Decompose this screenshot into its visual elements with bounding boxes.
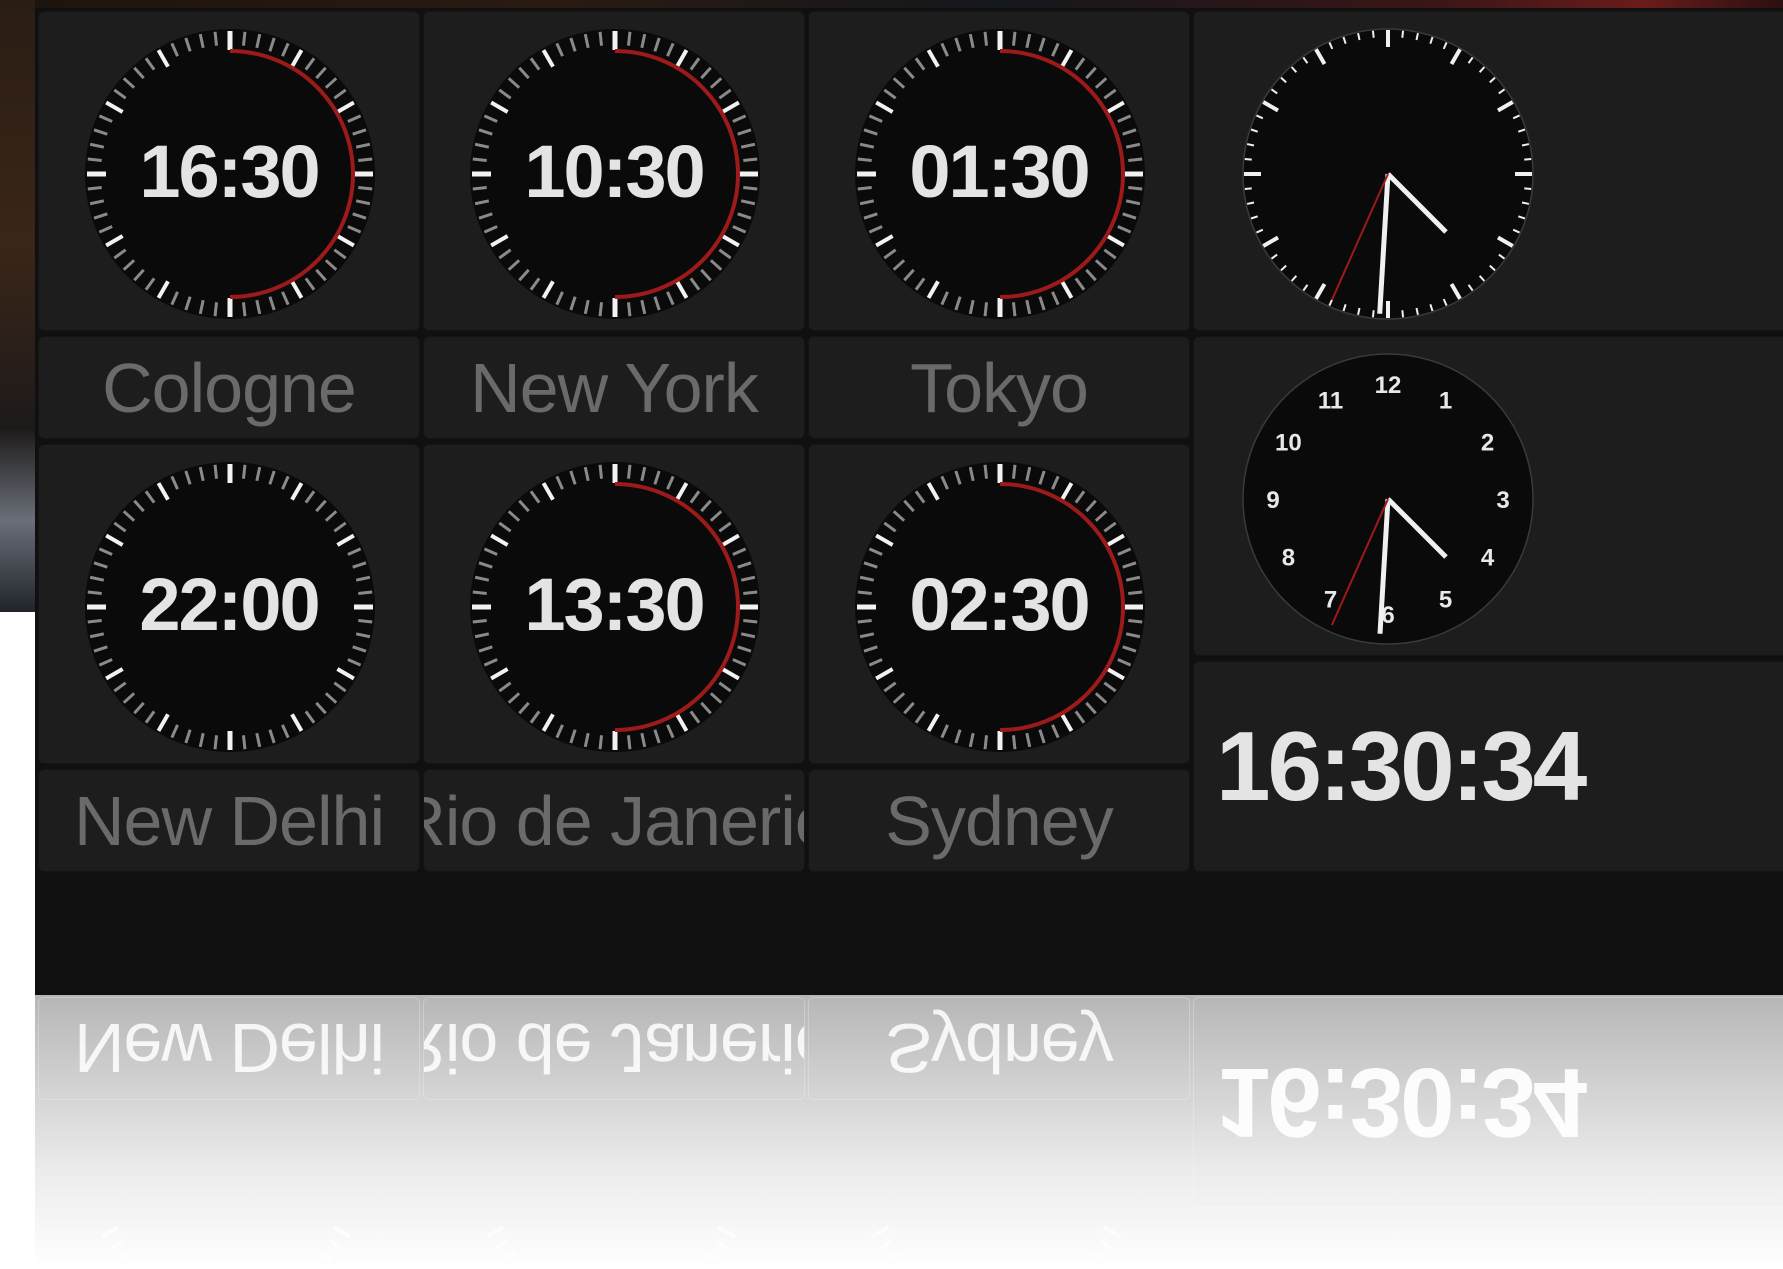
city-name: New Delhi [74,781,385,860]
clock-tick [1371,310,1375,318]
reflection-tick [1099,1239,1113,1251]
reflection-tick [118,1250,132,1262]
city-name: New York [470,348,759,427]
analog-clock-numbered-tile[interactable]: 12 1 2 3 4 5 6 7 8 9 10 11 [1193,336,1783,656]
reflection-tick [101,1225,120,1239]
analog-clock-ticks [1242,28,1534,320]
clock-number: 1 [1439,387,1452,414]
clock-tick [1244,157,1252,161]
clock-tick [1401,30,1405,38]
reflection-tick [503,1250,517,1262]
city-label-tile: New Delhi [38,769,420,872]
clock-tile-rio[interactable]: 13:30 [423,444,805,764]
clock-tick [1357,307,1361,316]
clock-number: 7 [1324,587,1337,614]
city-name: Sydney [885,781,1113,860]
clock-tile-new-york[interactable]: 10:30 [423,11,805,331]
clock-tick [1524,187,1532,191]
reflection-tick [109,1239,123,1251]
city-name: Cologne [102,348,357,427]
clock-tick [1357,32,1361,41]
clock-tick [1244,187,1252,191]
clock-tick [1415,32,1419,41]
reflection-tick [888,1250,902,1262]
clock-tick [1524,157,1532,161]
digital-clock-tile[interactable]: 16:30:34 [1193,661,1783,872]
clock-tick [1371,30,1375,38]
clock-tick [1415,307,1419,316]
clock-tick [1401,310,1405,318]
dial-time: 01:30 [909,129,1090,213]
reflection-tick [705,1250,719,1262]
reflection-dial-ticks [101,1225,1121,1269]
clock-tile-new-delhi[interactable]: 22:00 [38,444,420,764]
dial-time: 10:30 [524,129,705,213]
reflection-tick [714,1239,728,1251]
clock-number: 4 [1481,545,1495,572]
clock-tick [1521,143,1530,147]
analog-clock-tile[interactable] [1193,11,1783,331]
reflection-tick [311,1259,322,1269]
clock-tile-cologne[interactable]: 16:30 [38,11,420,331]
reflection-tick [900,1259,911,1269]
reflection-tick [879,1239,893,1251]
dial-time: 02:30 [909,562,1090,646]
clock-number: 12 [1375,372,1402,399]
city-label-tile: Rio de Janerio [423,769,805,872]
reflection-tick [130,1259,141,1269]
background-photo [0,0,35,612]
reflection-tick [717,1225,736,1239]
dial-time: 22:00 [139,562,320,646]
clock-number: 5 [1439,587,1452,614]
reflection-tick [329,1239,343,1251]
reflection-tick [1090,1250,1104,1262]
city-label-tile: New York [423,336,805,439]
reflection-tick [486,1225,505,1239]
city-name: Rio de Janerio [424,781,804,860]
clock-tick [1521,201,1530,205]
reflection: New Delhi Rio de Janerio Sydney 16:30:34 [35,995,1783,1269]
clock-number: 9 [1266,487,1279,514]
analog-clock-numbered: 121234567891011 [1242,353,1534,645]
dial-time: 16:30 [139,129,320,213]
clock-number: 10 [1275,430,1302,457]
clock-number: 11 [1318,387,1343,414]
clock-tile-sydney[interactable]: 02:30 [808,444,1190,764]
reflection-tick [515,1259,526,1269]
reflection-tick [1081,1259,1092,1269]
reflection-tick [696,1259,707,1269]
reflection-tick [1102,1225,1121,1239]
clock-tile-tokyo[interactable]: 01:30 [808,11,1190,331]
clock-number: 8 [1282,545,1295,572]
clock-tick [1246,143,1255,147]
dial-time: 13:30 [524,562,705,646]
reflection-tick [332,1225,351,1239]
reflection-tick [320,1250,334,1262]
city-label-tile: Cologne [38,336,420,439]
city-name: Tokyo [910,348,1089,427]
reflection-tick [871,1225,890,1239]
clock-number: 3 [1496,487,1509,514]
clock-tick [1246,201,1255,205]
clock-board: 16:30 10:30 01:30 Cologne New York Tokyo… [35,8,1783,995]
city-label-tile: Sydney [808,769,1190,872]
city-label-tile: Tokyo [808,336,1190,439]
reflection-tick [494,1239,508,1251]
clock-number: 2 [1481,430,1494,457]
digital-clock: 16:30:34 [1216,711,1587,821]
